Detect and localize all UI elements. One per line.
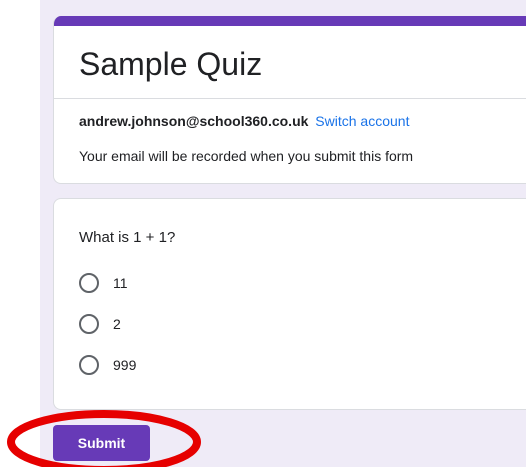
account-email: andrew.johnson@school360.co.uk: [79, 113, 309, 129]
radio-button[interactable]: [79, 355, 99, 375]
email-record-notice: Your email will be recorded when you sub…: [79, 148, 414, 164]
submit-button[interactable]: Submit: [53, 425, 150, 461]
radio-button[interactable]: [79, 314, 99, 334]
switch-account-link[interactable]: Switch account: [315, 113, 409, 129]
option-999[interactable]: 999: [79, 354, 136, 376]
option-2[interactable]: 2: [79, 313, 121, 335]
form-header-card: Sample Quiz andrew.johnson@school360.co.…: [53, 16, 526, 184]
option-label: 999: [113, 357, 137, 373]
account-row: andrew.johnson@school360.co.uk Switch ac…: [79, 113, 409, 129]
header-accent-bar: [54, 16, 526, 26]
option-11[interactable]: 11: [79, 272, 128, 294]
radio-button[interactable]: [79, 273, 99, 293]
question-card: What is 1 + 1? 11 2 999: [53, 198, 526, 410]
question-text: What is 1 + 1?: [79, 229, 176, 246]
form-title: Sample Quiz: [79, 46, 263, 82]
option-label: 11: [113, 275, 128, 291]
option-label: 2: [113, 316, 121, 332]
header-divider: [54, 98, 526, 99]
